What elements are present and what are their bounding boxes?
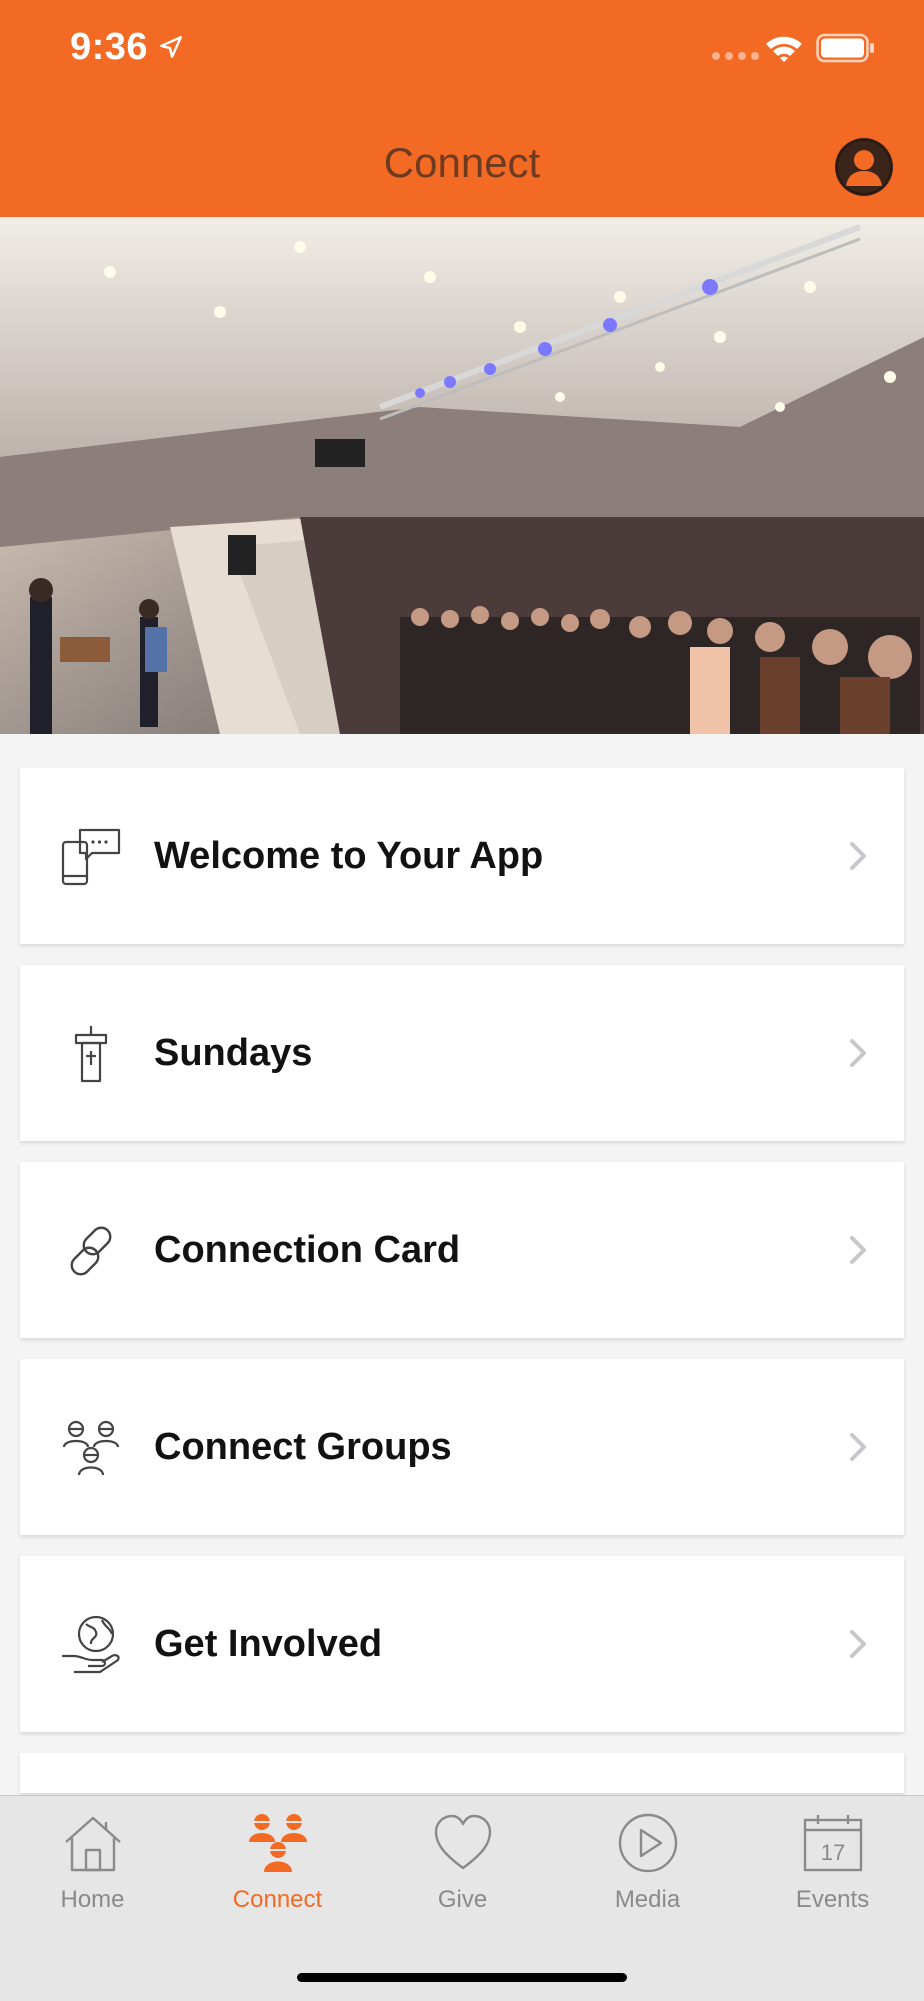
- heart-icon: [434, 1814, 492, 1870]
- chevron-right-icon: [850, 1039, 866, 1067]
- tab-label: Events: [795, 1886, 870, 1913]
- tab-bar: Home Connect Give Media 17 Events: [0, 1795, 924, 2001]
- calendar-icon: 17: [803, 1815, 863, 1872]
- tab-label: Connect: [232, 1886, 323, 1913]
- tab-media[interactable]: Media: [555, 1796, 740, 1926]
- wifi-icon: [766, 36, 802, 62]
- pulpit-icon: [74, 1026, 108, 1083]
- tab-label: Give: [437, 1886, 488, 1913]
- people-icon: [249, 1814, 307, 1872]
- battery-icon: [816, 33, 874, 63]
- menu-item-label: Welcome to Your App: [154, 835, 544, 877]
- menu-item-sundays[interactable]: Sundays: [20, 965, 904, 1141]
- menu-item-label: Connection Card: [154, 1229, 461, 1271]
- tab-label: Home: [60, 1886, 125, 1913]
- tab-home[interactable]: Home: [0, 1796, 185, 1926]
- menu-item-connect-groups[interactable]: Connect Groups: [20, 1359, 904, 1535]
- profile-avatar-button[interactable]: [835, 138, 893, 196]
- status-time: 9:36: [70, 26, 149, 68]
- location-arrow-icon: [160, 36, 182, 58]
- menu-item-label: Connect Groups: [154, 1426, 452, 1468]
- menu-item-partial[interactable]: [20, 1753, 904, 1793]
- chevron-right-icon: [850, 1630, 866, 1658]
- menu-item-welcome[interactable]: Welcome to Your App: [20, 768, 904, 944]
- tab-give[interactable]: Give: [370, 1796, 555, 1926]
- tab-connect[interactable]: Connect: [185, 1796, 370, 1926]
- home-icon: [65, 1816, 121, 1872]
- user-icon: [836, 139, 892, 195]
- page-title: Connect: [383, 139, 541, 186]
- chevron-right-icon: [850, 842, 866, 870]
- mobile-chat-icon: [61, 828, 121, 886]
- link-icon: [70, 1226, 112, 1276]
- tab-events[interactable]: 17 Events: [740, 1796, 924, 1926]
- hero-image: [0, 217, 924, 734]
- cellular-signal-icon: [712, 52, 759, 60]
- menu-item-label: Get Involved: [154, 1623, 383, 1665]
- menu-list: Welcome to Your App Sundays Connection C…: [20, 768, 904, 1793]
- chevron-right-icon: [850, 1433, 866, 1461]
- church-worship-photo: [0, 217, 924, 734]
- menu-item-connection-card[interactable]: Connection Card: [20, 1162, 904, 1338]
- header: 9:36 Connect: [0, 0, 924, 217]
- group-icon: [62, 1420, 120, 1476]
- home-indicator: [297, 1973, 627, 1982]
- chevron-right-icon: [850, 1236, 866, 1264]
- menu-item-get-involved[interactable]: Get Involved: [20, 1556, 904, 1732]
- globe-hand-icon: [62, 1615, 120, 1674]
- calendar-date: 17: [821, 1840, 845, 1865]
- menu-item-label: Sundays: [154, 1032, 313, 1074]
- tab-label: Media: [614, 1886, 681, 1913]
- play-icon: [618, 1813, 678, 1873]
